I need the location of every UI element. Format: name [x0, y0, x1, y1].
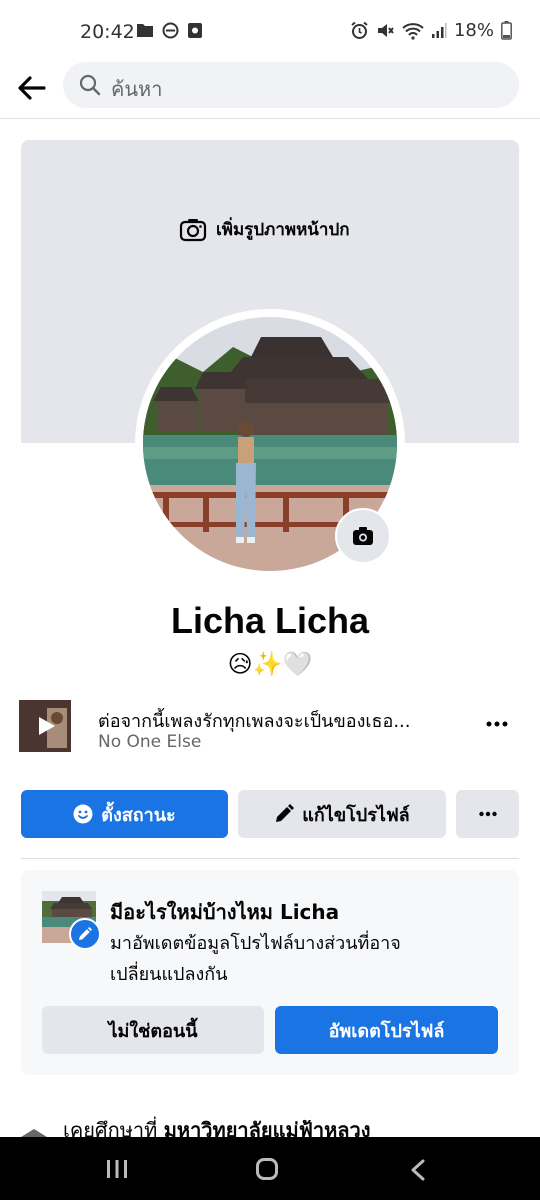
profile-music[interactable]: ต่อจากนี้เพลงรักทุกเพลงจะเป็นของเธอ... N…: [19, 700, 519, 756]
profile-bio: 😥✨🤍: [227, 650, 313, 678]
add-cover-photo-button[interactable]: เพิ่มรูปภาพหน้าปก: [179, 216, 350, 243]
status-bar: 20:42 18%: [0, 0, 540, 64]
camera-icon: [353, 527, 373, 545]
pencil-icon: [276, 804, 295, 822]
more-dots-icon: [486, 721, 508, 727]
screen-record-icon: [188, 23, 202, 38]
recent-apps-icon[interactable]: [106, 1159, 128, 1179]
set-status-label: ตั้งสถานะ: [101, 804, 176, 826]
edit-profile-label: แก้ไขโปรไฟล์: [302, 804, 410, 826]
battery-icon: [501, 21, 512, 40]
music-more-button[interactable]: [485, 712, 509, 740]
battery-percent: 18%: [453, 20, 494, 41]
card-description: มาอัพเดตข้อมูลโปรไฟล์บางส่วนที่อาจเปลี่ย…: [110, 933, 401, 985]
back-arrow-icon: [18, 76, 46, 100]
more-options-button[interactable]: [456, 790, 519, 838]
divider: [21, 858, 519, 859]
profile-name: Licha Licha: [170, 600, 370, 641]
folder-icon: [137, 24, 153, 37]
edit-badge: [69, 918, 101, 950]
mute-icon: [377, 24, 394, 37]
back-nav-icon[interactable]: [410, 1159, 426, 1181]
pencil-icon: [79, 927, 92, 940]
set-status-button[interactable]: ตั้งสถานะ: [21, 790, 228, 838]
wifi-icon: [402, 22, 424, 40]
status-time: 20:42: [80, 21, 135, 43]
music-title: ต่อจากนี้เพลงรักทุกเพลงจะเป็นของเธอ...: [98, 711, 411, 732]
play-icon: [19, 700, 71, 752]
change-profile-picture-button[interactable]: [335, 508, 391, 564]
camera-icon: [179, 218, 207, 241]
home-button[interactable]: [256, 1158, 278, 1180]
search-icon: [79, 74, 101, 96]
music-cover-thumbnail[interactable]: [19, 700, 71, 752]
back-button[interactable]: [16, 72, 48, 104]
add-cover-label: เพิ่มรูปภาพหน้าปก: [216, 220, 350, 240]
card-title: มีอะไรใหม่บ้างไหม Licha: [110, 900, 340, 924]
update-profile-card: มีอะไรใหม่บ้างไหม Licha มาอัพเดตข้อมูลโป…: [21, 870, 519, 1075]
top-bar: ค้นหา: [0, 60, 540, 119]
smiley-icon: [73, 804, 93, 824]
more-dots-icon: [478, 811, 497, 817]
alarm-icon: [351, 21, 368, 39]
update-profile-button[interactable]: อัพเดตโปรไฟล์: [275, 1006, 498, 1054]
signal-icon: [431, 23, 447, 38]
search-bar[interactable]: ค้นหา: [63, 62, 519, 108]
edit-profile-button[interactable]: แก้ไขโปรไฟล์: [238, 790, 446, 838]
system-navigation-bar: [0, 1137, 540, 1200]
search-input[interactable]: ค้นหา: [111, 73, 162, 105]
dnd-icon: [162, 22, 179, 39]
music-artist: No One Else: [98, 732, 202, 752]
not-now-button[interactable]: ไม่ใช่ตอนนี้: [42, 1006, 264, 1054]
